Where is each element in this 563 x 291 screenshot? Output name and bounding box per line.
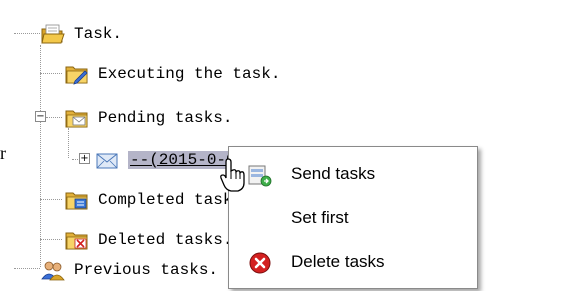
folder-envelope-icon xyxy=(64,106,90,130)
folder-delete-icon xyxy=(64,228,90,252)
collapse-toggle[interactable]: − xyxy=(35,111,46,122)
tree-connector xyxy=(46,117,62,118)
context-menu: Send tasks Set first Delete tasks xyxy=(228,146,478,289)
tree-item-label: Previous tasks. xyxy=(74,261,219,279)
tree-connector xyxy=(14,33,40,34)
folder-check-icon xyxy=(64,188,90,212)
folder-pencil-icon xyxy=(64,62,90,86)
menu-item-label: Delete tasks xyxy=(291,252,385,271)
folder-open-icon xyxy=(40,22,66,46)
tree-connector xyxy=(40,45,41,267)
tree-item-previous[interactable]: Previous tasks. xyxy=(40,256,218,284)
tree-item-pending[interactable]: Pending tasks. xyxy=(64,104,232,132)
tree-item-executing[interactable]: Executing the task. xyxy=(64,60,280,88)
tree-connector xyxy=(14,268,40,269)
send-tasks-icon xyxy=(247,162,273,188)
stray-text: r xyxy=(0,143,6,163)
envelope-icon xyxy=(94,148,120,172)
menu-item-delete-tasks[interactable]: Delete tasks xyxy=(229,240,477,284)
tree-item-completed[interactable]: Completed tasks. xyxy=(64,186,252,214)
tree-connector xyxy=(68,128,69,158)
tree-connector xyxy=(40,239,62,240)
people-icon xyxy=(40,258,66,282)
tree-item-label: Executing the task. xyxy=(98,65,281,83)
expand-toggle[interactable]: + xyxy=(79,153,90,164)
delete-red-x-icon xyxy=(247,250,273,276)
menu-item-set-first[interactable]: Set first xyxy=(229,196,477,240)
tree-item-task[interactable]: Task. xyxy=(40,20,122,48)
tree-connector xyxy=(40,199,62,200)
menu-item-label: Send tasks xyxy=(291,164,376,183)
tree-connector xyxy=(40,73,62,74)
tree-item-label: Pending tasks. xyxy=(98,109,233,127)
menu-item-label: Set first xyxy=(291,208,349,227)
menu-item-send-tasks[interactable]: Send tasks xyxy=(229,152,477,196)
tree-item-deleted[interactable]: Deleted tasks. xyxy=(64,226,232,254)
tree-item-label: Deleted tasks. xyxy=(98,231,233,249)
tree-item-label: Task. xyxy=(74,25,123,43)
